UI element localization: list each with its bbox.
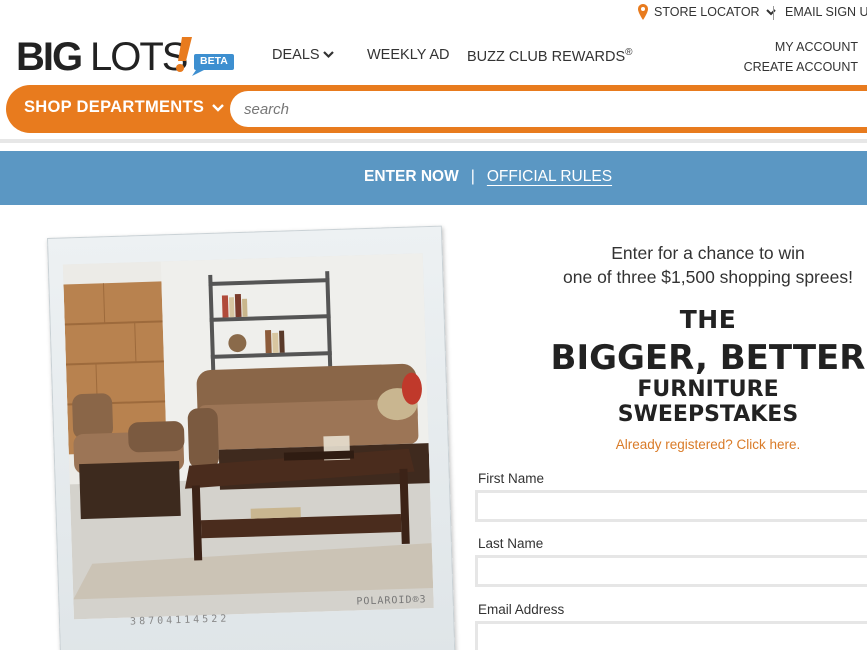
- shop-bar: SHOP DEPARTMENTS: [6, 85, 867, 133]
- email-field[interactable]: [475, 621, 867, 650]
- first-name-field[interactable]: [475, 490, 867, 522]
- already-registered-link[interactable]: Already registered? Click here.: [548, 437, 867, 452]
- band-separator: |: [470, 168, 475, 185]
- last-name-field[interactable]: [475, 555, 867, 587]
- chevron-down-icon: [322, 47, 334, 63]
- promo-text: Enter for a chance to win one of three $…: [548, 241, 867, 289]
- promo-line-1: Enter for a chance to win: [611, 243, 805, 263]
- registered-mark: ®: [625, 47, 633, 58]
- utility-bar: STORE LOCATOR EMAIL SIGN UP: [0, 0, 867, 26]
- create-account-link[interactable]: CREATE ACCOUNT: [744, 57, 858, 77]
- title-the: THE: [679, 305, 737, 334]
- account-links: MY ACCOUNT CREATE ACCOUNT: [744, 37, 858, 77]
- first-name-label: First Name: [478, 471, 545, 486]
- my-account-link[interactable]: MY ACCOUNT: [744, 37, 858, 57]
- nav-deals[interactable]: DEALS: [272, 47, 334, 63]
- official-rules-link[interactable]: OFFICIAL RULES: [487, 168, 612, 186]
- nav-weekly-ad[interactable]: WEEKLY AD: [367, 47, 449, 63]
- svg-text:LOTS: LOTS: [90, 35, 187, 78]
- chevron-down-icon: [765, 5, 776, 19]
- nav-buzz-label: BUZZ CLUB REWARDS: [467, 48, 626, 65]
- sweepstakes-band: ENTER NOW | OFFICIAL RULES: [0, 151, 867, 205]
- shop-departments-label: SHOP DEPARTMENTS: [24, 98, 205, 116]
- promo-line-2: one of three $1,500 shopping sprees!: [563, 267, 853, 287]
- store-locator-link[interactable]: STORE LOCATOR: [638, 4, 776, 20]
- polaroid-photo: POLAROID®3 38704114522: [47, 225, 456, 650]
- polaroid-frame: POLAROID®3 38704114522: [47, 225, 456, 650]
- living-room-image: [62, 253, 434, 620]
- polaroid-number: 38704114522: [129, 613, 230, 628]
- store-locator-label: STORE LOCATOR: [654, 5, 760, 19]
- email-signup-link[interactable]: EMAIL SIGN UP: [785, 5, 867, 19]
- nav-buzz-club-rewards[interactable]: BUZZ CLUB REWARDS®: [467, 47, 633, 65]
- biglots-logo[interactable]: BIG LOTS BETA: [16, 34, 236, 79]
- last-name-label: Last Name: [478, 536, 544, 551]
- search-input[interactable]: [230, 91, 867, 127]
- title-main: BIGGER, BETTER: [550, 338, 866, 378]
- beta-badge: BETA: [200, 55, 228, 67]
- nav-deals-label: DEALS: [272, 47, 320, 63]
- location-pin-icon: [638, 4, 648, 20]
- divider: [0, 139, 867, 143]
- email-label: Email Address: [478, 602, 565, 617]
- svg-text:BIG: BIG: [16, 35, 81, 78]
- divider: [773, 6, 774, 20]
- polaroid-label: POLAROID®3: [356, 594, 427, 608]
- chevron-down-icon: [212, 98, 225, 117]
- enter-now-link[interactable]: ENTER NOW: [364, 168, 459, 186]
- shop-departments-button[interactable]: SHOP DEPARTMENTS: [24, 98, 225, 117]
- title-sub: FURNITURE SWEEPSTAKES: [617, 377, 799, 427]
